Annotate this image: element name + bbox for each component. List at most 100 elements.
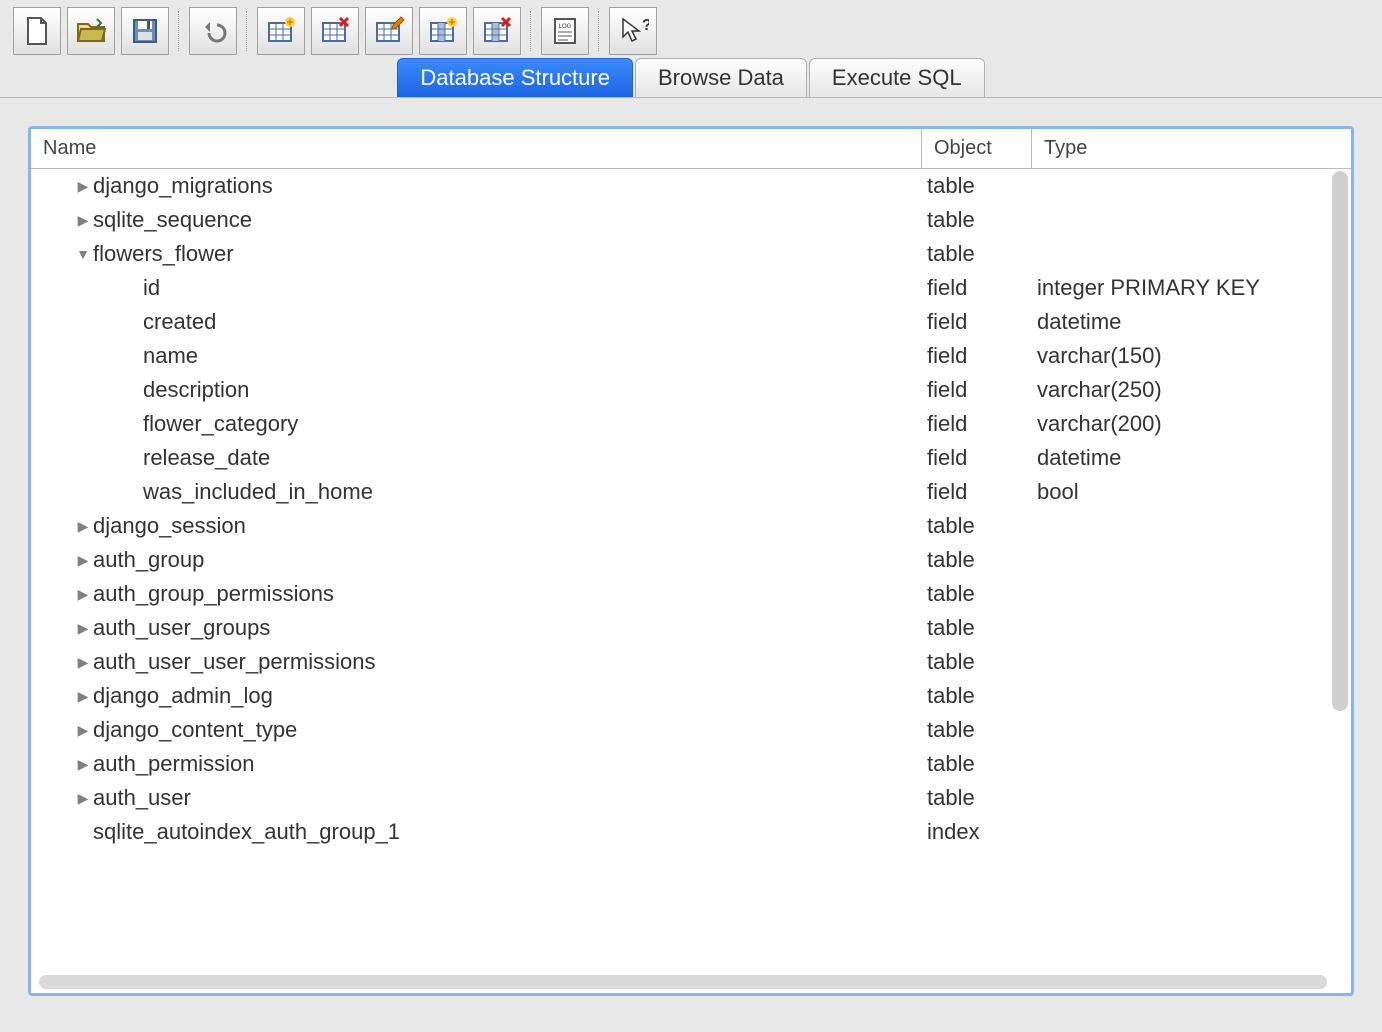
row-object: table: [921, 683, 1031, 709]
row-name: ▶auth_user_user_permissions: [31, 649, 921, 675]
row-label: django_admin_log: [93, 683, 273, 709]
column-header-object[interactable]: Object: [921, 129, 1031, 168]
row-name: ▶auth_group_permissions: [31, 581, 921, 607]
row-label: django_session: [93, 513, 246, 539]
toolbar-separator: [530, 11, 532, 51]
table-row[interactable]: descriptionfieldvarchar(250): [31, 373, 1351, 407]
row-name: ▶django_content_type: [31, 717, 921, 743]
row-label: sqlite_autoindex_auth_group_1: [93, 819, 400, 845]
row-object: table: [921, 717, 1031, 743]
row-type: bool: [1031, 479, 1351, 505]
table-new-button[interactable]: [257, 7, 305, 55]
row-label: was_included_in_home: [143, 479, 373, 505]
row-object: table: [921, 649, 1031, 675]
table-row[interactable]: idfieldinteger PRIMARY KEY: [31, 271, 1351, 305]
row-name: name: [31, 343, 921, 369]
log-button[interactable]: LOG: [541, 7, 589, 55]
table-row[interactable]: ▶sqlite_sequencetable: [31, 203, 1351, 237]
chevron-right-icon[interactable]: ▶: [73, 178, 93, 195]
chevron-right-icon[interactable]: ▶: [73, 756, 93, 773]
row-object: table: [921, 547, 1031, 573]
chevron-down-icon[interactable]: ▼: [73, 246, 93, 262]
undo-button[interactable]: [189, 7, 237, 55]
table-row[interactable]: ▶auth_user_groupstable: [31, 611, 1351, 645]
table-row[interactable]: ▼flowers_flowertable: [31, 237, 1351, 271]
row-label: flower_category: [143, 411, 298, 437]
table-delete-button[interactable]: [311, 7, 359, 55]
table-row[interactable]: ▶django_admin_log table: [31, 679, 1351, 713]
tree-header: Name Object Type: [31, 129, 1351, 169]
table-row[interactable]: createdfielddatetime: [31, 305, 1351, 339]
horizontal-scrollbar[interactable]: [39, 975, 1327, 989]
row-object: index: [921, 819, 1031, 845]
toolbar-separator: [598, 11, 600, 51]
row-object: table: [921, 581, 1031, 607]
toolbar-separator: [178, 11, 180, 51]
table-row[interactable]: ▶auth_user_user_permissionstable: [31, 645, 1351, 679]
table-row[interactable]: ▶auth_permissiontable: [31, 747, 1351, 781]
content-area: Name Object Type ▶django_migrationstable…: [0, 97, 1382, 1024]
row-name: created: [31, 309, 921, 335]
row-object: field: [921, 309, 1031, 335]
row-object: field: [921, 377, 1031, 403]
chevron-right-icon[interactable]: ▶: [73, 722, 93, 739]
chevron-right-icon[interactable]: ▶: [73, 518, 93, 535]
column-delete-button[interactable]: [473, 7, 521, 55]
save-button[interactable]: [121, 7, 169, 55]
row-type: datetime: [1031, 309, 1351, 335]
table-row[interactable]: ▶auth_usertable: [31, 781, 1351, 815]
open-folder-button[interactable]: [67, 7, 115, 55]
row-label: name: [143, 343, 198, 369]
row-name: ▶sqlite_sequence: [31, 207, 921, 233]
row-name: ▶django_migrations: [31, 173, 921, 199]
table-row[interactable]: namefieldvarchar(150): [31, 339, 1351, 373]
row-label: django_content_type: [93, 717, 297, 743]
row-type: varchar(200): [1031, 411, 1351, 437]
row-label: django_migrations: [93, 173, 273, 199]
tree-body[interactable]: ▶django_migrationstable▶sqlite_sequencet…: [31, 169, 1351, 993]
pointer-help-button[interactable]: ?: [609, 7, 657, 55]
row-name: description: [31, 377, 921, 403]
table-row[interactable]: ▶django_content_typetable: [31, 713, 1351, 747]
chevron-right-icon[interactable]: ▶: [73, 212, 93, 229]
tab-database-structure[interactable]: Database Structure: [397, 58, 633, 97]
table-row[interactable]: ▶django_migrationstable: [31, 169, 1351, 203]
row-type: integer PRIMARY KEY: [1031, 275, 1351, 301]
table-row[interactable]: sqlite_autoindex_auth_group_1 index: [31, 815, 1351, 849]
row-object: table: [921, 513, 1031, 539]
vertical-scrollbar[interactable]: [1332, 171, 1348, 711]
chevron-right-icon[interactable]: ▶: [73, 790, 93, 807]
column-header-name[interactable]: Name: [31, 129, 921, 168]
new-file-button[interactable]: [13, 7, 61, 55]
row-name: release_date: [31, 445, 921, 471]
table-row[interactable]: flower_category fieldvarchar(200): [31, 407, 1351, 441]
table-row[interactable]: ▶auth_group_permissionstable: [31, 577, 1351, 611]
table-row[interactable]: ▶auth_grouptable: [31, 543, 1351, 577]
row-object: field: [921, 411, 1031, 437]
chevron-right-icon[interactable]: ▶: [73, 688, 93, 705]
row-object: table: [921, 173, 1031, 199]
row-name: ▶auth_permission: [31, 751, 921, 777]
tab-browse-data[interactable]: Browse Data: [635, 58, 807, 97]
table-row[interactable]: release_datefielddatetime: [31, 441, 1351, 475]
chevron-right-icon[interactable]: ▶: [73, 654, 93, 671]
table-edit-button[interactable]: [365, 7, 413, 55]
chevron-right-icon[interactable]: ▶: [73, 586, 93, 603]
chevron-right-icon[interactable]: ▶: [73, 620, 93, 637]
tabs: Database StructureBrowse DataExecute SQL: [0, 58, 1382, 97]
row-name: ▶django_session: [31, 513, 921, 539]
table-row[interactable]: ▶django_sessiontable: [31, 509, 1351, 543]
row-label: sqlite_sequence: [93, 207, 252, 233]
row-name: id: [31, 275, 921, 301]
column-header-type[interactable]: Type: [1031, 129, 1351, 168]
table-row[interactable]: was_included_in_homefieldbool: [31, 475, 1351, 509]
row-object: table: [921, 207, 1031, 233]
row-label: auth_user: [93, 785, 191, 811]
row-object: field: [921, 445, 1031, 471]
column-new-button[interactable]: [419, 7, 467, 55]
tab-execute-sql[interactable]: Execute SQL: [809, 58, 985, 97]
chevron-right-icon[interactable]: ▶: [73, 552, 93, 569]
row-object: table: [921, 751, 1031, 777]
toolbar: LOG ?: [0, 0, 1382, 62]
row-label: id: [143, 275, 160, 301]
